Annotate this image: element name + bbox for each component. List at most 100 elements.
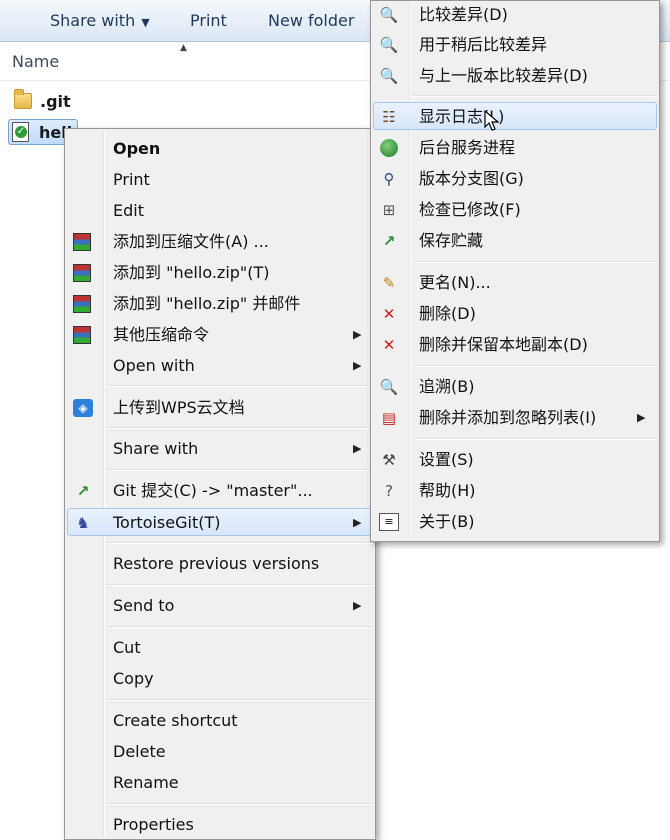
menu-item-tortoisegit[interactable]: ♞ TortoiseGit(T) ▶ [67,508,373,536]
submenu-arrow-icon: ▶ [353,516,362,529]
menu-item-send-to[interactable]: Send to ▶ [67,592,373,620]
menu-label: 添加到压缩文件(A) ... [113,232,269,251]
menu-separator [107,584,373,586]
menu-item-create-shortcut[interactable]: Create shortcut [67,707,373,735]
share-with-button[interactable]: Share with ▼ [50,11,150,31]
print-button[interactable]: Print [190,11,227,31]
menu-separator [413,438,657,440]
menu-separator [107,385,373,387]
menu-item-revision-graph[interactable]: ⚲ 版本分支图(G) [373,165,657,193]
archive-icon [73,264,91,282]
menu-item-print[interactable]: Print [67,166,373,194]
menu-label: Properties [113,815,194,834]
ignore-list-icon: ▤ [381,409,397,427]
menu-label: 更名(N)... [419,273,491,292]
menu-item-copy[interactable]: Copy [67,665,373,693]
menu-label: Send to [113,596,175,615]
revision-graph-icon: ⚲ [383,170,395,188]
menu-item-properties[interactable]: Properties [67,811,373,839]
menu-label: Create shortcut [113,711,238,730]
git-commit-icon: ↗ [76,482,90,500]
menu-item-help[interactable]: ? 帮助(H) [373,477,657,505]
about-icon: ≡ [379,513,399,531]
stash-save-icon: ↗ [382,232,396,250]
menu-item-daemon[interactable]: 后台服务进程 [373,134,657,162]
wps-cloud-icon: ◈ [73,399,93,417]
menu-label: Cut [113,638,141,657]
menu-item-add-to-archive[interactable]: 添加到压缩文件(A) ... [67,228,373,256]
menu-item-check-modifications[interactable]: ⊞ 检查已修改(F) [373,196,657,224]
menu-label: 其他压缩命令 [113,325,210,344]
daemon-globe-icon [380,139,398,157]
check-modifications-icon: ⊞ [382,201,396,219]
menu-item-restore-previous[interactable]: Restore previous versions [67,550,373,578]
menu-item-add-to-hello-zip[interactable]: 添加到 "hello.zip"(T) [67,259,373,287]
rename-pencil-icon: ✎ [382,274,396,292]
menu-label: 检查已修改(F) [419,200,521,219]
menu-item-edit[interactable]: Edit [67,197,373,225]
name-column-header[interactable]: Name [12,52,59,71]
menu-item-add-to-zip-and-email[interactable]: 添加到 "hello.zip" 并邮件 [67,290,373,318]
submenu-arrow-icon: ▶ [353,359,362,372]
menu-label: Copy [113,669,154,688]
menu-item-delete[interactable]: ✕ 删除(D) [373,300,657,328]
menu-label: 与上一版本比较差异(D) [419,66,588,85]
menu-label: 追溯(B) [419,377,475,396]
menu-label: Rename [113,773,179,792]
menu-item-settings[interactable]: ⚒ 设置(S) [373,446,657,474]
menu-item-share-with[interactable]: Share with ▶ [67,435,373,463]
menu-separator [413,261,657,263]
menu-item-delete[interactable]: Delete [67,738,373,766]
menu-label: 版本分支图(G) [419,169,524,188]
menu-item-delete-and-ignore[interactable]: ▤ 删除并添加到忽略列表(I) ▶ [373,404,657,432]
share-with-label: Share with [50,11,136,30]
git-versioned-document-icon: ✓ [12,122,32,142]
help-icon: ? [385,482,393,500]
menu-label: Share with [113,439,199,458]
menu-label: Print [113,170,150,189]
show-log-icon: ☷ [382,108,396,126]
menu-item-upload-wps[interactable]: ◈ 上传到WPS云文档 [67,394,373,422]
submenu-arrow-icon: ▶ [353,442,362,455]
menu-item-other-compress[interactable]: 其他压缩命令 ▶ [67,321,373,349]
menu-item-about[interactable]: ≡ 关于(B) [373,508,657,536]
menu-item-blame[interactable]: 🔍 追溯(B) [373,373,657,401]
menu-item-cut[interactable]: Cut [67,634,373,662]
menu-separator [107,427,373,429]
diff-previous-icon: 🔍 [379,67,399,85]
menu-item-rename[interactable]: ✎ 更名(N)... [373,269,657,297]
delete-x-icon: ✕ [382,305,396,323]
menu-label: Edit [113,201,144,220]
menu-item-open[interactable]: Open [67,135,373,163]
menu-item-diff-later[interactable]: 🔍 用于稍后比较差异 [373,31,657,59]
menu-item-git-commit[interactable]: ↗ Git 提交(C) -> "master"... [67,477,373,505]
diff-later-icon: 🔍 [379,36,399,54]
new-folder-button[interactable]: New folder [268,11,354,31]
menu-item-show-log[interactable]: ☷ 显示日志(L) [373,102,657,130]
menu-item-open-with[interactable]: Open with ▶ [67,352,373,380]
chevron-down-icon: ▼ [141,16,150,29]
mouse-cursor-icon [484,110,500,131]
menu-item-diff[interactable]: 🔍 比较差异(D) [373,1,657,29]
menu-label: Delete [113,742,166,761]
archive-icon [73,326,91,344]
folder-icon [14,89,34,111]
sort-ascending-icon: ▲ [180,43,187,53]
submenu-arrow-icon: ▶ [637,411,646,424]
file-name: .git [40,92,71,111]
menu-label: 设置(S) [419,450,474,469]
menu-separator [107,699,373,701]
archive-icon [73,233,91,251]
file-row-git-folder[interactable]: .git [8,89,368,115]
menu-label: 保存贮藏 [419,231,484,250]
menu-item-stash-save[interactable]: ↗ 保存贮藏 [373,227,657,255]
submenu-arrow-icon: ▶ [353,328,362,341]
menu-separator [107,626,373,628]
menu-item-diff-previous[interactable]: 🔍 与上一版本比较差异(D) [373,62,657,90]
context-menu: Open Print Edit 添加到压缩文件(A) ... 添加到 "hell… [64,128,376,840]
menu-item-delete-keep-local[interactable]: ✕ 删除并保留本地副本(D) [373,331,657,359]
menu-item-rename[interactable]: Rename [67,769,373,797]
menu-label: 帮助(H) [419,481,476,500]
menu-separator [107,542,373,544]
menu-label: 关于(B) [419,512,475,531]
